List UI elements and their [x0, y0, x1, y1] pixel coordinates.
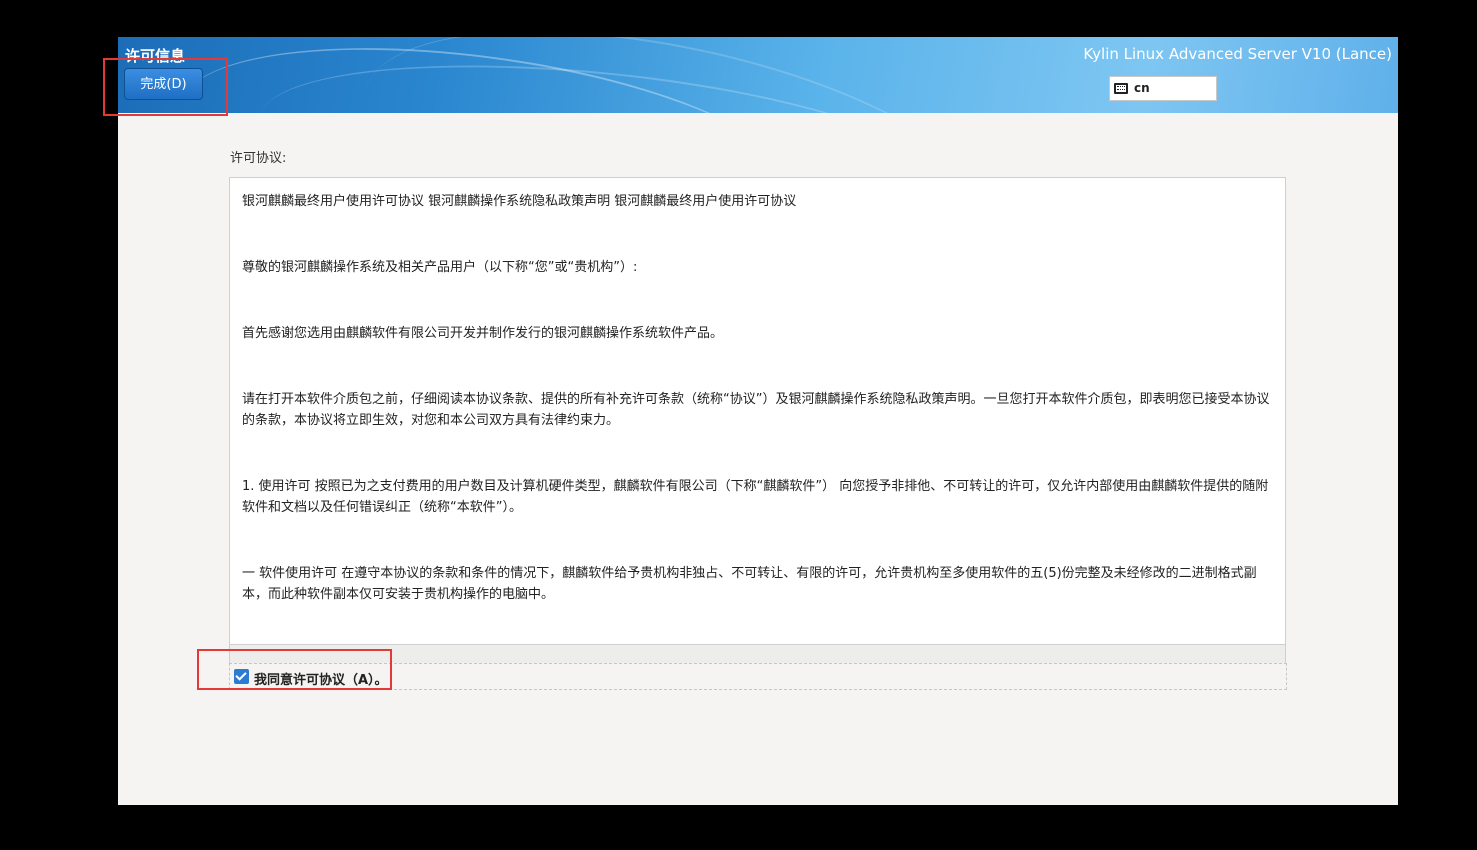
done-button[interactable]: 完成(D) [124, 68, 203, 100]
agree-row[interactable]: 我同意许可协议（A）。 [229, 663, 1287, 690]
license-window: 许可信息 完成(D) Kylin Linux Advanced Server V… [118, 37, 1398, 805]
header-decoration [341, 37, 1015, 113]
header-bar: 许可信息 完成(D) Kylin Linux Advanced Server V… [118, 37, 1398, 113]
keyboard-icon [1114, 83, 1128, 94]
agree-checkbox[interactable] [234, 669, 249, 684]
license-text-area[interactable]: 银河麒麟最终用户使用许可协议 银河麒麟操作系统隐私政策声明 银河麒麟最终用户使用… [229, 177, 1286, 645]
page-title: 许可信息 [125, 47, 186, 65]
agree-label[interactable]: 我同意许可协议（A）。 [254, 669, 388, 688]
license-label: 许可协议: [230, 151, 287, 166]
license-paragraph: 一 软件使用许可 在遵守本协议的条款和条件的情况下，麒麟软件给予贵机构非独占、不… [242, 566, 1257, 602]
license-paragraph: 请在打开本软件介质包之前，仔细阅读本协议条款、提供的所有补充许可条款（统称“协议… [242, 392, 1270, 428]
keyboard-layout-label: cn [1134, 81, 1150, 95]
product-title: Kylin Linux Advanced Server V10 (Lance) [1083, 45, 1392, 63]
license-text-bottom [229, 645, 1286, 663]
license-paragraph: 1. 使用许可 按照已为之支付费用的用户数目及计算机硬件类型，麒麟软件有限公司（… [242, 479, 1269, 515]
keyboard-layout-indicator[interactable]: cn [1109, 76, 1217, 101]
license-paragraph: 银河麒麟最终用户使用许可协议 银河麒麟操作系统隐私政策声明 银河麒麟最终用户使用… [242, 194, 797, 209]
license-paragraph: 首先感谢您选用由麒麟软件有限公司开发并制作发行的银河麒麟操作系统软件产品。 [242, 326, 724, 341]
license-paragraph: 尊敬的银河麒麟操作系统及相关产品用户（以下称“您”或“贵机构”）: [242, 260, 638, 275]
